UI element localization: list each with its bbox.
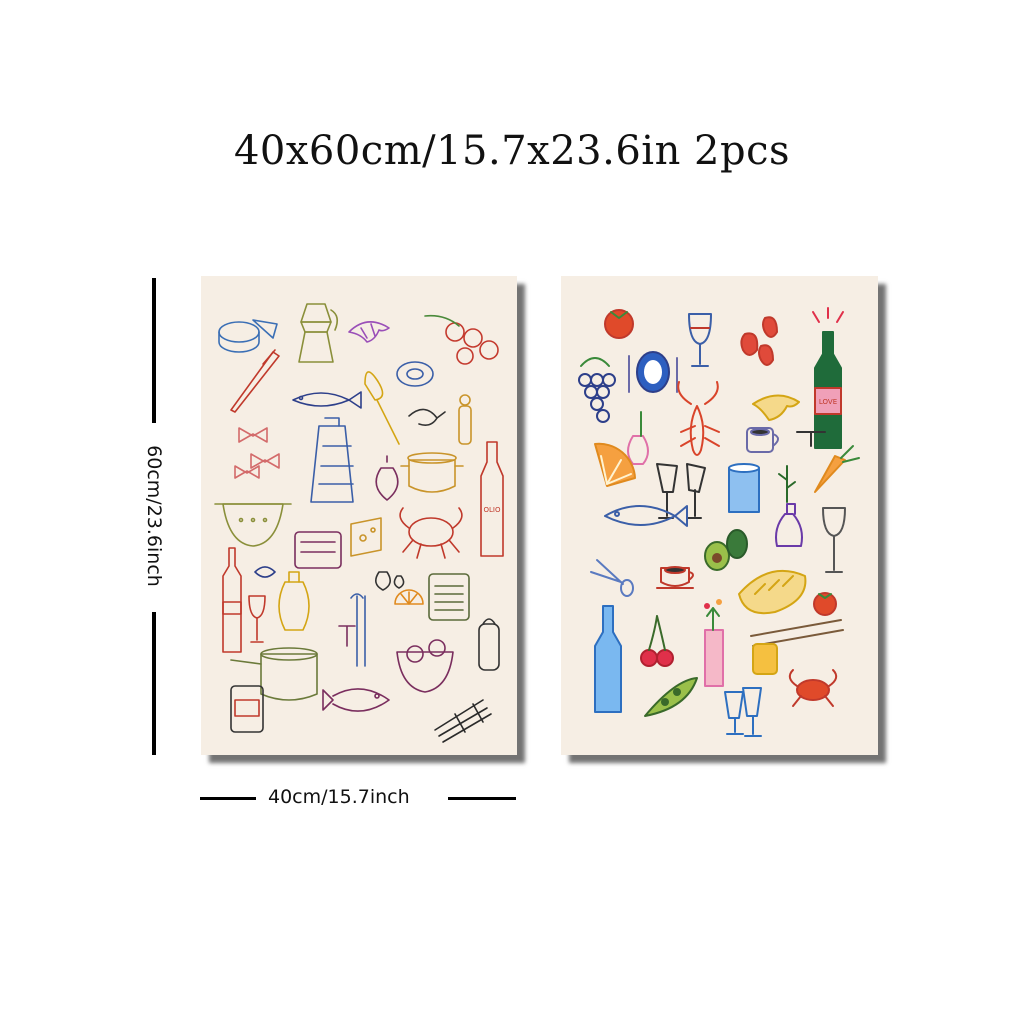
water-glass-icon xyxy=(728,463,760,513)
wine-glass-2-icon xyxy=(822,507,846,573)
cruet-icon xyxy=(775,503,803,547)
drinking-glasses-icon xyxy=(724,687,762,737)
croissant-icon xyxy=(348,321,390,343)
chopsticks-icon xyxy=(750,619,844,647)
onion-icon xyxy=(375,455,399,501)
height-dimension-line-top xyxy=(152,278,156,423)
cutlery-icon xyxy=(350,593,366,667)
crab-icon xyxy=(399,507,463,559)
tomato-can-icon xyxy=(230,685,264,733)
wine-bottle-icon xyxy=(222,547,242,653)
coffee-cup-icon xyxy=(746,427,779,453)
pink-vase-icon xyxy=(704,599,724,687)
cheese-wedge-icon xyxy=(350,517,382,557)
garlic-icon xyxy=(375,571,405,591)
water-bottle-icon xyxy=(594,605,622,713)
lobster-icon xyxy=(677,381,720,456)
moka-pot-icon xyxy=(298,303,339,363)
page-title: 40x60cm/15.7x23.6in 2pcs xyxy=(233,128,791,174)
height-dimension-line-bottom xyxy=(152,612,156,755)
height-dimension-label: 60cm/23.6inch xyxy=(143,445,165,587)
oil-bottle-label: OLIO xyxy=(484,506,501,514)
basil-leaf-icon xyxy=(254,566,276,578)
champagne-bottle-icon xyxy=(812,307,844,449)
food-bowl-icon xyxy=(396,639,454,693)
colander-icon xyxy=(214,503,292,547)
tomato-icon xyxy=(604,309,634,339)
fork-spoon-icon xyxy=(590,559,634,597)
saucepan-icon xyxy=(230,647,318,701)
cutting-board-icon xyxy=(428,573,470,621)
oyster-icon xyxy=(396,361,434,387)
spaghetti-icon xyxy=(434,699,492,743)
tomato-vine-icon xyxy=(424,314,499,365)
wine-glass-icon xyxy=(248,595,266,643)
poster-left: OLIO xyxy=(201,276,517,755)
carrot-icon xyxy=(814,445,860,493)
grapes-icon xyxy=(578,357,616,423)
corkscrew-icon xyxy=(338,625,356,647)
cheese-icon xyxy=(218,319,278,353)
espresso-cup-icon xyxy=(656,566,694,589)
knife-icon xyxy=(230,349,280,413)
width-dimension-label: 40cm/15.7inch xyxy=(268,786,410,808)
lemon-slice-icon xyxy=(394,589,424,605)
whisk-icon xyxy=(364,371,400,445)
width-dimension-line-left xyxy=(200,797,256,800)
avocado-icon xyxy=(704,529,748,571)
flower-vase-icon xyxy=(627,411,649,465)
pot-icon xyxy=(400,452,464,493)
strawberry-icon xyxy=(740,316,778,366)
herb-sprig-icon xyxy=(778,465,796,503)
dumpling-icon xyxy=(752,643,778,675)
fish-icon xyxy=(604,505,688,527)
crab-icon xyxy=(788,669,838,707)
salt-shaker-icon xyxy=(478,618,500,671)
width-dimension-line-right xyxy=(448,797,516,800)
plate-icon xyxy=(628,351,678,393)
pepper-mill-icon xyxy=(458,394,472,445)
pea-pod-icon xyxy=(644,677,698,717)
wine-glass-icon xyxy=(688,313,712,367)
shrimp-icon xyxy=(408,408,446,426)
champagne-label: LOVE xyxy=(819,398,837,406)
fish-icon xyxy=(322,688,390,712)
oil-cruet-icon xyxy=(278,571,310,631)
pasta-icon xyxy=(234,427,280,479)
poster-right: LOVE xyxy=(561,276,878,755)
cherries-icon xyxy=(640,615,674,667)
tin-can-icon xyxy=(294,531,342,569)
small-tomato-icon xyxy=(813,592,837,616)
sardine-icon xyxy=(292,391,362,409)
grater-icon xyxy=(310,417,354,503)
bread-loaf-icon xyxy=(738,569,807,615)
oil-bottle-icon xyxy=(480,441,504,557)
croissant-icon xyxy=(752,394,800,421)
